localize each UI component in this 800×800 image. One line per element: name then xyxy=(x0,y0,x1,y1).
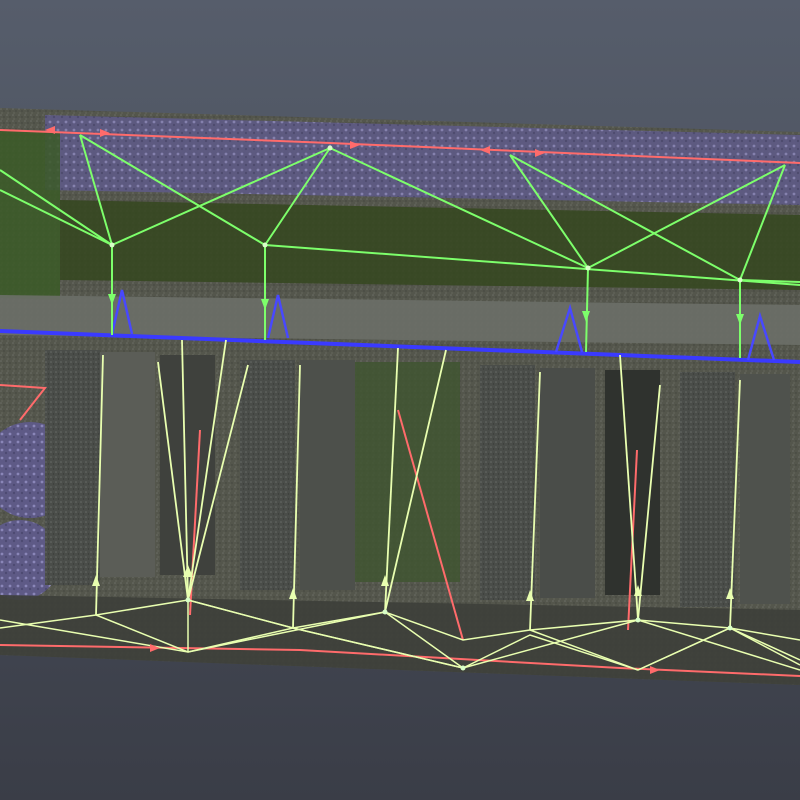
3d-viewport[interactable] xyxy=(0,0,800,800)
graph-node xyxy=(585,265,591,271)
graph-node xyxy=(262,242,268,248)
graph-node xyxy=(382,609,388,615)
point-cloud-scene xyxy=(0,108,800,685)
graph-node xyxy=(460,665,466,671)
graph-node xyxy=(185,597,191,603)
graph-node xyxy=(727,625,733,631)
point-cloud-strip xyxy=(0,108,800,685)
graph-node xyxy=(109,242,115,248)
graph-node xyxy=(737,277,743,283)
graph-node xyxy=(635,617,641,623)
graph-node xyxy=(327,145,333,151)
